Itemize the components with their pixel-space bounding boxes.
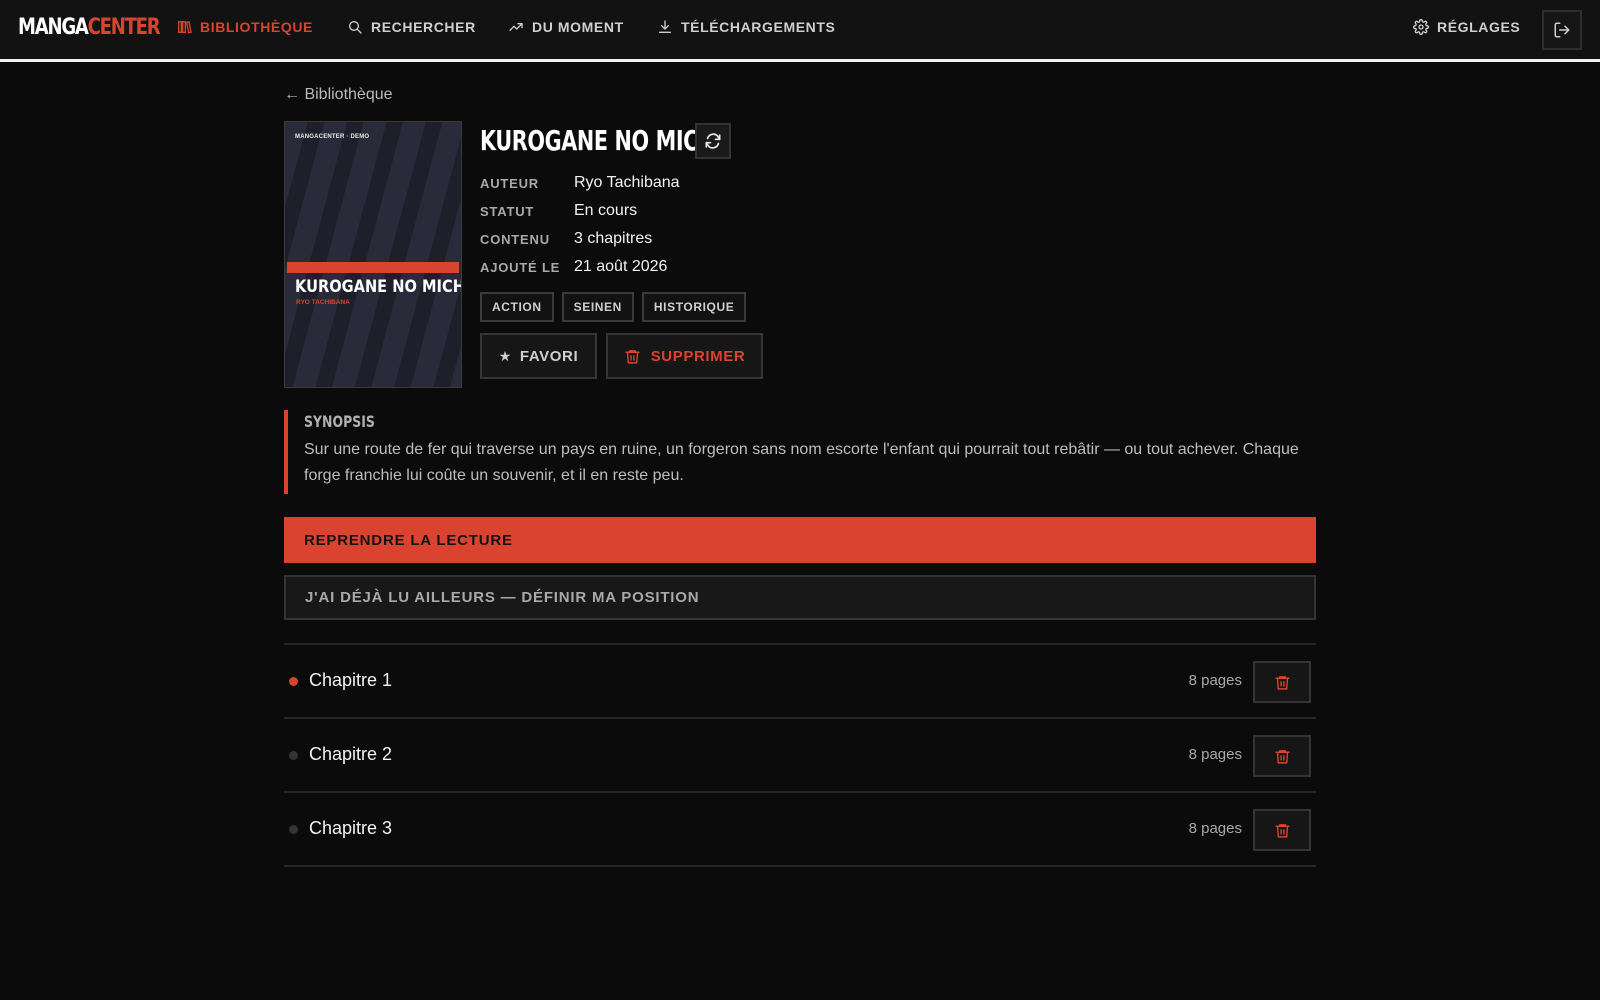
synopsis-heading: SYNOPSIS xyxy=(304,412,375,431)
meta-author-value: Ryo Tachibana xyxy=(574,174,680,191)
cover-title: KUROGANE NO MICHI xyxy=(295,277,462,297)
trash-icon xyxy=(1274,823,1290,838)
set-position-button[interactable]: J'AI DÉJÀ LU AILLEURS — DÉFINIR MA POSIT… xyxy=(284,575,1316,620)
meta-author-label: AUTEUR xyxy=(480,176,539,191)
meta-added-label: AJOUTÉ LE xyxy=(480,260,561,275)
brand-logo[interactable]: MANGACENTER xyxy=(18,15,161,40)
cover-author: RYO TACHIBANA xyxy=(296,299,350,306)
brand-part-manga: MANGA xyxy=(18,15,89,40)
nav-trending[interactable]: DU MOMENT xyxy=(508,19,624,35)
refresh-button[interactable] xyxy=(695,123,731,159)
nav-downloads[interactable]: TÉLÉCHARGEMENTS xyxy=(657,19,835,35)
chapter-dot xyxy=(289,751,298,760)
nav-search[interactable]: RECHERCHER xyxy=(347,19,476,35)
trash-icon xyxy=(1274,675,1290,690)
favorite-label: FAVORI xyxy=(519,347,579,365)
meta-content-value: 3 chapitres xyxy=(574,230,653,247)
cover-stripes xyxy=(285,122,461,387)
gear-icon xyxy=(1413,19,1429,35)
nav-settings-label: RÉGLAGES xyxy=(1437,19,1521,35)
refresh-icon xyxy=(705,133,721,149)
logout-button[interactable] xyxy=(1542,10,1582,50)
current-chapter-dot xyxy=(289,677,298,686)
meta-status-value: En cours xyxy=(574,202,638,219)
nav-trending-label: DU MOMENT xyxy=(532,19,624,35)
meta-status-label: STATUT xyxy=(480,204,535,219)
chapter-name: Chapitre 1 xyxy=(309,670,393,690)
logout-icon xyxy=(1554,22,1570,38)
trash-icon xyxy=(625,349,640,364)
chapter-row[interactable]: Chapitre 2 8 pages xyxy=(284,719,1316,793)
meta-added-value: 21 août 2026 xyxy=(574,258,668,275)
nav-downloads-label: TÉLÉCHARGEMENTS xyxy=(681,19,836,35)
chapter-dot xyxy=(289,825,298,834)
trash-icon xyxy=(1274,749,1290,764)
brand-part-center: CENTER xyxy=(87,15,161,40)
cover-tag: MANGACENTER · DEMO xyxy=(295,134,370,140)
back-to-library-link[interactable]: ← Bibliothèque xyxy=(284,86,393,104)
resume-reading-button[interactable]: REPRENDRE LA LECTURE xyxy=(284,517,1316,563)
library-icon xyxy=(178,21,192,34)
nav-search-label: RECHERCHER xyxy=(371,19,476,35)
genre-tag[interactable]: ACTION xyxy=(480,292,554,322)
delete-chapter-button[interactable] xyxy=(1253,735,1311,777)
genre-tags: ACTION SEINEN HISTORIQUE xyxy=(480,292,747,322)
chapter-list: Chapitre 1 8 pages Chapitre 2 8 pages Ch… xyxy=(284,643,1316,867)
synopsis-text: Sur une route de fer qui traverse un pay… xyxy=(304,441,1299,484)
star-icon: ★ xyxy=(498,347,512,364)
chapter-name: Chapitre 2 xyxy=(309,744,393,764)
top-nav: MANGACENTER BIBLIOTHÈQUE RECHERCHER DU M… xyxy=(0,0,1600,62)
meta-content-label: CONTENU xyxy=(480,232,550,247)
manga-cover: MANGACENTER · DEMO KUROGANE NO MICHI RYO… xyxy=(284,121,462,388)
delete-label: SUPPRIMER xyxy=(650,347,746,365)
delete-chapter-button[interactable] xyxy=(1253,661,1311,703)
download-icon xyxy=(659,20,671,33)
genre-tag[interactable]: SEINEN xyxy=(561,292,634,322)
chapter-pages: 8 pages xyxy=(1188,820,1242,837)
chapter-name: Chapitre 3 xyxy=(309,818,393,838)
nav-library-label: BIBLIOTHÈQUE xyxy=(200,19,313,35)
search-icon xyxy=(349,21,362,34)
chapter-row[interactable]: Chapitre 1 8 pages xyxy=(284,645,1316,719)
delete-chapter-button[interactable] xyxy=(1253,809,1311,851)
genre-tag[interactable]: HISTORIQUE xyxy=(641,292,747,322)
chapter-pages: 8 pages xyxy=(1188,746,1242,763)
chapter-row[interactable]: Chapitre 3 8 pages xyxy=(284,793,1316,867)
trending-icon xyxy=(509,22,523,31)
chapter-pages: 8 pages xyxy=(1188,672,1242,689)
favorite-button[interactable]: ★ FAVORI xyxy=(480,333,597,379)
synopsis-block: SYNOPSIS Sur une route de fer qui traver… xyxy=(284,410,1316,494)
cover-accent-bar xyxy=(287,262,459,273)
manga-title: KUROGANE NO MICHI xyxy=(480,124,723,157)
delete-manga-button[interactable]: SUPPRIMER xyxy=(606,333,763,379)
nav-library[interactable]: BIBLIOTHÈQUE xyxy=(176,19,313,35)
nav-settings[interactable]: RÉGLAGES xyxy=(1413,19,1520,35)
